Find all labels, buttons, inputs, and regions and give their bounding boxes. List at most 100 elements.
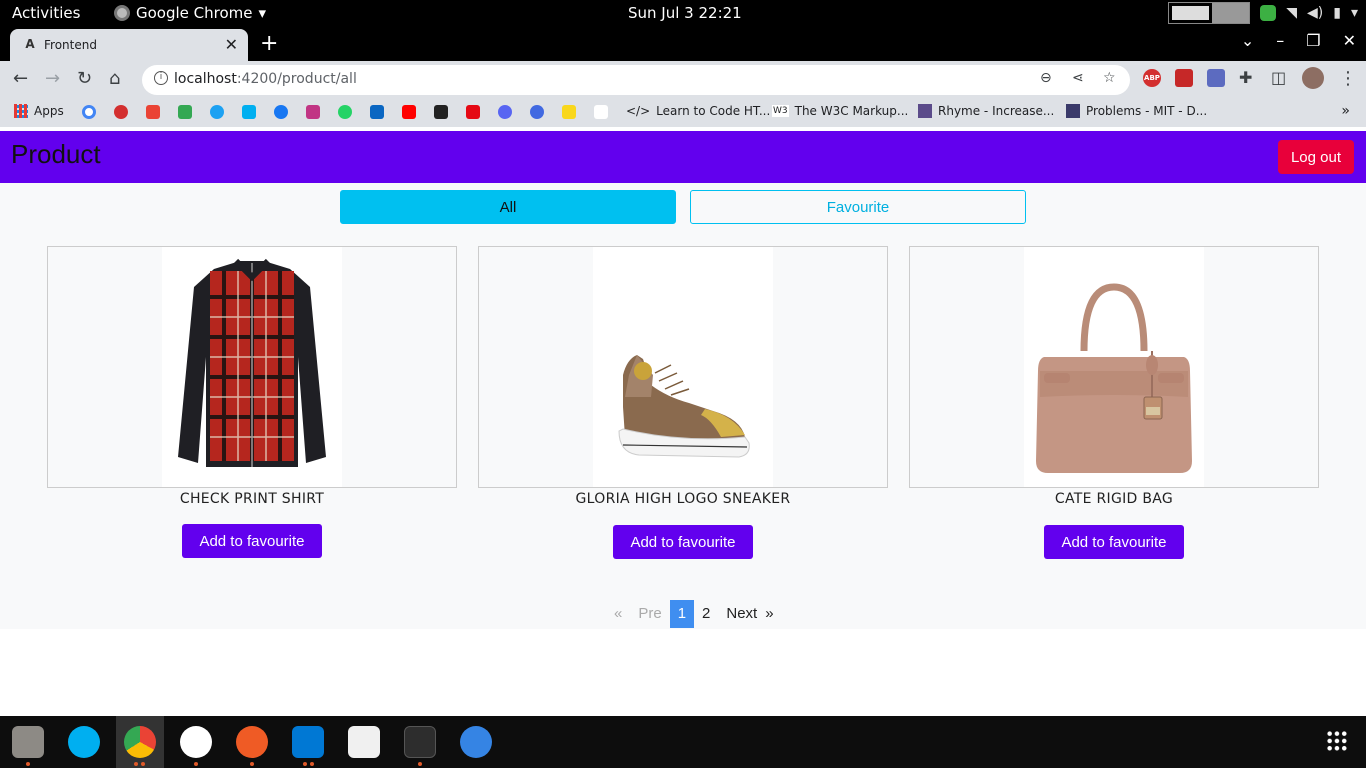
activities-button[interactable]: Activities	[12, 4, 80, 22]
add-to-favourite-button[interactable]: Add to favourite	[182, 524, 322, 558]
close-tab-icon[interactable]: ✕	[225, 35, 238, 54]
mongodb-compass-icon[interactable]	[180, 726, 212, 758]
adblock-extension-icon[interactable]: ABP	[1143, 69, 1161, 87]
flipkart-icon[interactable]	[562, 105, 576, 119]
pagination-page-1[interactable]: 1	[669, 600, 695, 628]
system-tray[interactable]: ◥ ◀) ▮ ▾	[1168, 2, 1358, 24]
profile-avatar[interactable]	[1302, 67, 1324, 89]
home-icon[interactable]: ⌂	[109, 68, 120, 89]
running-indicator	[134, 762, 138, 766]
bookmark-w3c[interactable]: W3 The W3C Markup...	[772, 104, 908, 118]
bookmark-star-icon[interactable]: ☆	[1103, 70, 1116, 86]
wifi-icon[interactable]: ◥	[1286, 5, 1297, 21]
pagination-next[interactable]: Next	[718, 600, 765, 628]
extensions-puzzle-icon[interactable]: ✚	[1239, 68, 1252, 87]
page-content: Product Log out All Favourite CHECK PRIN…	[0, 127, 1366, 716]
minimize-icon[interactable]: –	[1276, 31, 1284, 50]
close-window-icon[interactable]: ✕	[1343, 31, 1356, 50]
infinity-icon[interactable]	[434, 105, 448, 119]
system-top-bar: Activities Google Chrome ▾ Sun Jul 3 22:…	[0, 0, 1366, 27]
pagination-page-2[interactable]: 2	[694, 600, 718, 628]
instagram-icon[interactable]	[306, 105, 320, 119]
product-name: GLORIA HIGH LOGO SNEAKER	[575, 491, 791, 507]
google-icon[interactable]	[82, 105, 96, 119]
add-to-favourite-button[interactable]: Add to favourite	[1044, 525, 1184, 559]
play-icon[interactable]	[530, 105, 544, 119]
product-image[interactable]	[162, 247, 342, 487]
add-to-favourite-button[interactable]: Add to favourite	[613, 525, 753, 559]
files-icon[interactable]	[12, 726, 44, 758]
linkedin-icon[interactable]	[370, 105, 384, 119]
play-circle-icon[interactable]	[498, 105, 512, 119]
power-menu-icon[interactable]: ▾	[1351, 5, 1358, 21]
battery-icon[interactable]: ▮	[1333, 5, 1341, 21]
address-bar[interactable]: i localhost:4200/product/all ⊖ ⋖ ☆	[142, 65, 1130, 95]
app-menu-label: Google Chrome	[136, 4, 253, 22]
netflix-icon[interactable]	[466, 105, 480, 119]
code-icon: </>	[626, 104, 651, 118]
more-bookmarks-icon[interactable]: »	[1341, 103, 1350, 119]
security-shield-icon[interactable]	[1260, 5, 1277, 21]
browser-tab[interactable]: A Frontend ✕	[10, 29, 248, 61]
product-image-frame	[909, 246, 1319, 488]
chrome-app-icon[interactable]	[124, 726, 156, 758]
product-image[interactable]	[593, 247, 773, 487]
postman-icon[interactable]	[236, 726, 268, 758]
caret-down-icon: ▾	[258, 4, 267, 22]
tab-title: Frontend	[44, 38, 97, 52]
bookmark-apps[interactable]: Apps	[14, 104, 64, 118]
twitter-icon[interactable]	[210, 105, 224, 119]
site-info-icon[interactable]: i	[154, 71, 168, 85]
back-icon[interactable]: ←	[13, 68, 28, 89]
forward-icon[interactable]: →	[45, 68, 60, 89]
reload-icon[interactable]: ↻	[77, 68, 92, 89]
bookmark-label: The W3C Markup...	[794, 104, 909, 118]
dock	[0, 716, 1366, 768]
drive-icon[interactable]	[178, 105, 192, 119]
logout-button[interactable]: Log out	[1278, 140, 1354, 174]
share-icon[interactable]: ⋖	[1072, 70, 1084, 86]
product-card: GLORIA HIGH LOGO SNEAKER Add to favourit…	[478, 246, 888, 559]
skype-icon[interactable]	[242, 105, 256, 119]
bookmarks-bar: Apps </> Learn to Code HT... W3 The W3C …	[0, 97, 1366, 127]
vscode-icon[interactable]	[292, 726, 324, 758]
bookmark-learn-to-code[interactable]: </> Learn to Code HT...	[626, 104, 770, 118]
show-applications-icon[interactable]	[1326, 730, 1348, 752]
running-indicator	[141, 762, 145, 766]
tab-search-icon[interactable]: ⌄	[1241, 31, 1254, 50]
bookmark-label: Apps	[34, 104, 64, 118]
skype-app-icon[interactable]	[68, 726, 100, 758]
amazon-icon[interactable]	[594, 105, 608, 119]
mit-icon	[1066, 104, 1080, 118]
product-image[interactable]	[1024, 247, 1204, 487]
brand-title[interactable]: Product	[11, 139, 101, 170]
pagination-prev[interactable]: Pre	[630, 600, 669, 628]
tab-all[interactable]: All	[340, 190, 676, 224]
keyboard-layout-indicator[interactable]	[1168, 2, 1251, 24]
text-editor-icon[interactable]	[348, 726, 380, 758]
app-menu[interactable]: Google Chrome ▾	[114, 4, 266, 22]
volume-icon[interactable]: ◀)	[1307, 5, 1323, 21]
zoom-icon[interactable]: ⊖	[1040, 70, 1052, 86]
pagination-last[interactable]: »	[765, 600, 781, 628]
translate-extension-icon[interactable]	[1207, 69, 1225, 87]
help-icon[interactable]	[460, 726, 492, 758]
new-tab-icon[interactable]: +	[260, 31, 278, 56]
side-panel-icon[interactable]: ◫	[1271, 68, 1286, 87]
facebook-icon[interactable]	[274, 105, 288, 119]
gmail-icon[interactable]	[146, 105, 160, 119]
clock[interactable]: Sun Jul 3 22:21	[628, 4, 742, 22]
airtel-icon[interactable]	[114, 105, 128, 119]
bookmark-mit[interactable]: Problems - MIT - D...	[1066, 104, 1207, 118]
bookmark-rhyme[interactable]: Rhyme - Increase...	[918, 104, 1054, 118]
url-text[interactable]: localhost:4200/product/all	[174, 71, 357, 87]
running-indicator	[250, 762, 254, 766]
chrome-menu-icon[interactable]: ⋮	[1339, 68, 1357, 89]
pdf-extension-icon[interactable]	[1175, 69, 1193, 87]
whatsapp-icon[interactable]	[338, 105, 352, 119]
terminal-icon[interactable]	[404, 726, 436, 758]
pagination-first[interactable]: «	[606, 600, 630, 628]
youtube-icon[interactable]	[402, 105, 416, 119]
restore-icon[interactable]: ❐	[1306, 31, 1320, 50]
tab-favourite[interactable]: Favourite	[690, 190, 1026, 224]
